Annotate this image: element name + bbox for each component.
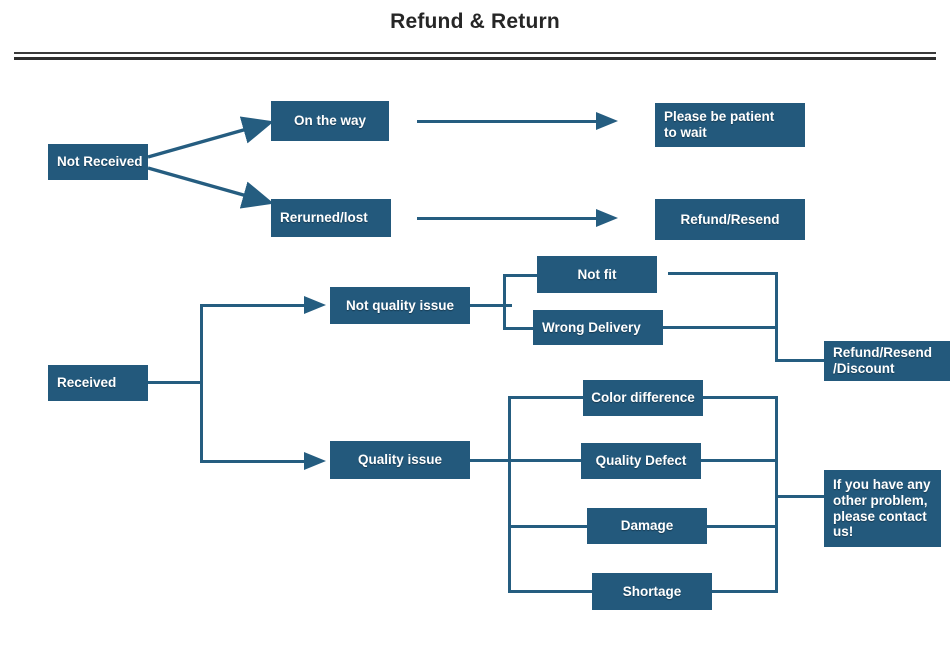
arrowhead-on-the-way-to-wait (596, 112, 618, 130)
node-shortage[interactable]: Shortage (592, 573, 712, 610)
connector-color-difference-to-trunk (703, 396, 778, 399)
arrowhead-received-to-not-quality (304, 296, 326, 314)
not-received-branch-arrows (147, 116, 274, 209)
connector-upper-trunk (775, 272, 778, 362)
connector-quality-to-damage (508, 525, 590, 528)
arrowhead-received-to-quality (304, 452, 326, 470)
node-quality-issue[interactable]: Quality issue (330, 441, 470, 479)
connector-received-stem (148, 381, 203, 384)
refund-discount-line-1: Refund/Resend (833, 345, 933, 361)
node-damage[interactable]: Damage (587, 508, 707, 544)
header-divider-top (14, 52, 936, 54)
connector-quality-defect-to-trunk (701, 459, 778, 462)
refund-discount-line-2: /Discount (833, 361, 895, 376)
connector-returned-lost-to-refund (417, 217, 597, 220)
connector-quality-bracket (508, 396, 511, 592)
arrowhead-returned-lost-to-refund (596, 209, 618, 227)
node-color-difference[interactable]: Color difference (583, 380, 703, 416)
page-title: Refund & Return (390, 10, 560, 33)
node-on-the-way[interactable]: On the way (271, 101, 389, 141)
contact-us-line-4: us! (833, 524, 854, 540)
diagram-canvas: Refund & Return Not Received On the way … (0, 0, 950, 650)
connector-on-the-way-to-wait (417, 120, 597, 123)
node-not-fit[interactable]: Not fit (537, 256, 657, 293)
node-not-received[interactable]: Not Received (48, 144, 148, 180)
connector-damage-to-trunk (707, 525, 778, 528)
connector-not-quality-bracket (503, 274, 506, 330)
node-refund-resend-discount[interactable]: Refund/Resend /Discount (824, 341, 950, 381)
connector-quality-to-quality-defect (508, 459, 586, 462)
connector-received-to-quality (200, 460, 306, 463)
connector-quality-to-color-difference (508, 396, 586, 399)
node-returned-lost[interactable]: Rerurned/lost (271, 199, 391, 237)
contact-us-line-1: If you have any (833, 476, 931, 492)
connector-not-fit-to-trunk (668, 272, 778, 275)
node-wrong-delivery[interactable]: Wrong Delivery (533, 310, 663, 345)
node-contact-us[interactable]: If you have any other problem, please co… (824, 470, 941, 547)
connector-received-splitter (200, 304, 203, 463)
node-received[interactable]: Received (48, 365, 148, 401)
contact-us-line-2: other problem, (833, 492, 928, 508)
connector-quality-to-shortage (508, 590, 594, 593)
node-refund-resend[interactable]: Refund/Resend (655, 199, 805, 240)
connector-not-quality-to-not-fit (503, 274, 538, 277)
please-wait-line-2: to wait (664, 125, 707, 140)
connector-wrong-delivery-to-trunk (663, 326, 778, 329)
contact-us-line-3: please contact (833, 508, 927, 524)
node-quality-defect[interactable]: Quality Defect (581, 443, 701, 479)
connector-shortage-to-trunk (712, 590, 778, 593)
please-wait-line-1: Please be patient (664, 109, 775, 125)
header-divider-bottom (14, 57, 936, 60)
node-please-be-patient-to-wait[interactable]: Please be patient to wait (655, 103, 805, 147)
node-not-quality-issue[interactable]: Not quality issue (330, 287, 470, 324)
connector-received-to-not-quality (200, 304, 306, 307)
connector-trunk-to-contact-us (775, 495, 825, 498)
connector-trunk-to-refund-discount (775, 359, 825, 362)
